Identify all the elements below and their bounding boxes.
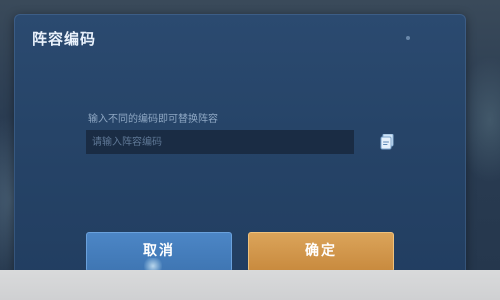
lineup-code-dialog: 阵容编码 输入不同的编码即可替换阵容 取消 确定 bbox=[14, 14, 466, 276]
dialog-title: 阵容编码 bbox=[32, 30, 97, 48]
lineup-code-input[interactable] bbox=[86, 130, 354, 154]
paste-icon[interactable] bbox=[380, 133, 394, 150]
bottom-bar bbox=[0, 270, 500, 300]
confirm-button[interactable]: 确定 bbox=[248, 232, 394, 272]
input-hint-label: 输入不同的编码即可替换阵容 bbox=[88, 114, 218, 125]
close-icon[interactable] bbox=[406, 36, 410, 40]
